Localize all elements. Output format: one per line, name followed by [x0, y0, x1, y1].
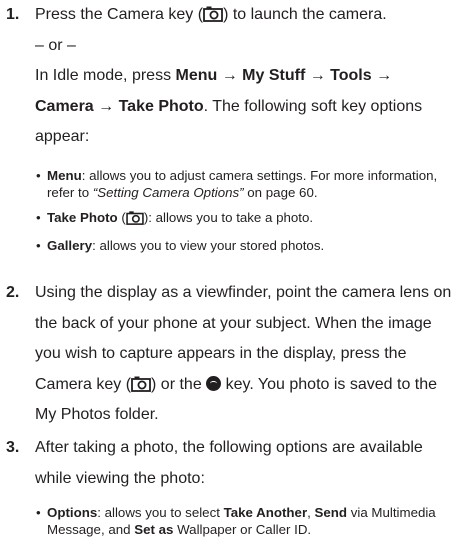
bullet-icon: • [36, 238, 41, 253]
step-line: Camera key () or the key. You photo is s… [35, 370, 466, 401]
list-item: • Options: allows you to select Take Ano… [36, 505, 436, 537]
step-line: Press the Camera key () to launch the ca… [35, 0, 466, 31]
step-body: After taking a photo, the following opti… [35, 433, 466, 494]
step-line: you wish to capture appears in the displ… [35, 345, 407, 362]
step-body: Using the display as a viewfinder, point… [35, 278, 466, 431]
step-line: After taking a photo, the following opti… [35, 439, 423, 456]
list-item: • Take Photo (): allows you to take a ph… [36, 209, 470, 229]
list-item: • Menu: allows you to adjust camera sett… [36, 168, 438, 200]
camera-key-icon [131, 373, 151, 404]
bullet-icon: • [36, 505, 41, 520]
step-body: Press the Camera key () to launch the ca… [35, 0, 466, 153]
step-line: the back of your phone at your subject. … [35, 314, 432, 332]
softkey-options-list: • Menu: allows you to adjust camera sett… [36, 167, 470, 262]
step-line: while viewing the photo: [35, 469, 205, 487]
step-number: 2. [6, 284, 20, 301]
step-line: In Idle mode, press Menu → My Stuff → To… [35, 67, 393, 84]
ok-key-icon [206, 375, 222, 391]
cross-reference-link: “Setting Camera Options” [92, 185, 244, 200]
step-line: Using the display as a viewfinder, point… [35, 284, 452, 301]
camera-key-icon [126, 210, 144, 229]
step-line: appear: [35, 128, 90, 145]
step-line: My Photos folder. [35, 406, 159, 423]
photo-options-list: • Options: allows you to select Take Ano… [36, 504, 470, 546]
bullet-icon: • [36, 210, 41, 225]
camera-key-icon [203, 3, 223, 34]
step-line: – or – [35, 36, 76, 54]
bullet-icon: • [36, 168, 41, 183]
list-item: • Gallery: allows you to view your store… [36, 238, 325, 253]
step-number: 1. [6, 6, 20, 23]
step-line: Camera → Take Photo. The following soft … [35, 97, 423, 115]
step-number: 3. [6, 439, 20, 456]
